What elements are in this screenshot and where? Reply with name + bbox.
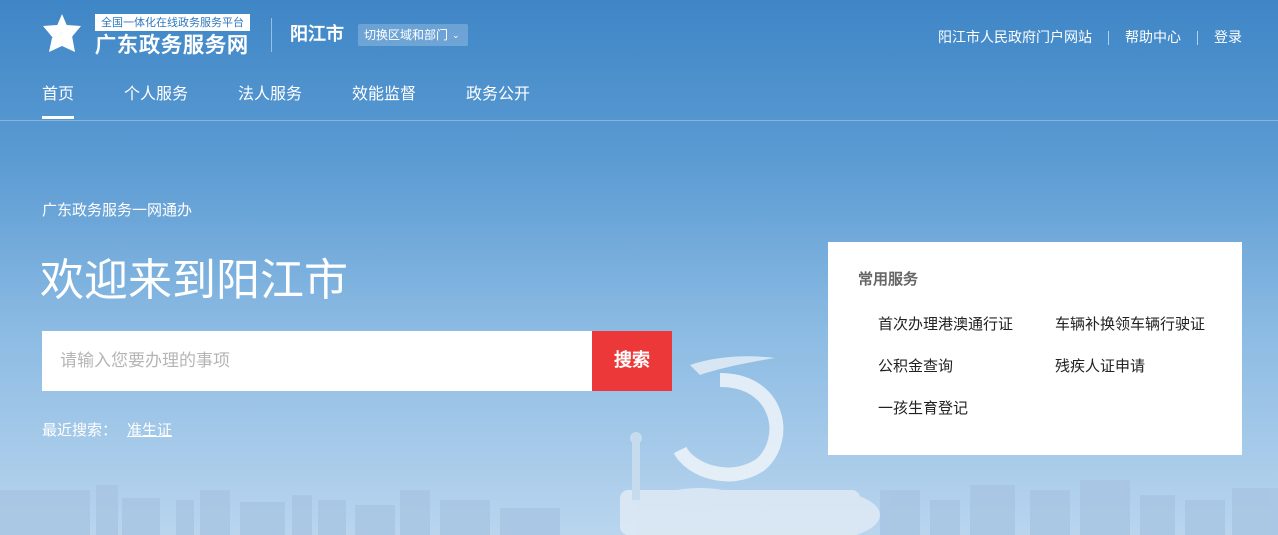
recent-searches-label: 最近搜索：	[42, 421, 118, 439]
service-item[interactable]: 残疾人证申请	[1055, 356, 1145, 376]
brand-subtitle: 全国一体化在线政务服务平台	[95, 14, 250, 31]
service-item[interactable]: 首次办理港澳通行证	[878, 314, 1013, 334]
nav-personal-services[interactable]: 个人服务	[124, 83, 188, 105]
main-nav: 首页 个人服务 法人服务 效能监督 政务公开	[0, 75, 1278, 121]
link-separator	[1108, 31, 1109, 45]
nav-home[interactable]: 首页	[42, 83, 75, 119]
current-city: 阳江市	[290, 24, 344, 45]
switch-region-label: 切换区域和部门	[364, 28, 449, 42]
welcome-heading: 欢迎来到阳江市	[40, 255, 348, 306]
service-item[interactable]: 公积金查询	[878, 356, 953, 376]
link-separator	[1197, 31, 1198, 45]
nav-government-affairs[interactable]: 政务公开	[466, 83, 530, 105]
search-input[interactable]	[42, 331, 592, 391]
search-box	[42, 331, 592, 391]
help-center-link[interactable]: 帮助中心	[1125, 29, 1181, 47]
recent-keyword[interactable]: 准生证	[127, 421, 172, 439]
common-services-panel: 常用服务 首次办理港澳通行证 车辆补换领车辆行驶证 公积金查询 残疾人证申请 一…	[828, 242, 1242, 455]
nav-corporate-services[interactable]: 法人服务	[238, 83, 302, 105]
gov-portal-link[interactable]: 阳江市人民政府门户网站	[938, 29, 1092, 47]
service-item[interactable]: 一孩生育登记	[878, 398, 968, 418]
chevron-down-icon: ⌄	[452, 31, 460, 41]
top-links: 阳江市人民政府门户网站 帮助中心 登录	[938, 29, 1242, 47]
common-services-title: 常用服务	[858, 270, 919, 288]
header-divider	[271, 18, 272, 52]
top-bar: 全国一体化在线政务服务平台 广东政务服务网 阳江市 切换区域和部门 ⌄ 阳江市人民…	[0, 0, 1278, 75]
search-button[interactable]: 搜索	[592, 331, 672, 391]
brand-title[interactable]: 广东政务服务网	[95, 33, 249, 57]
service-item[interactable]: 车辆补换领车辆行驶证	[1055, 314, 1205, 334]
login-link[interactable]: 登录	[1214, 29, 1242, 47]
switch-region-button[interactable]: 切换区域和部门 ⌄	[358, 24, 468, 46]
hero-slogan: 广东政务服务一网通办	[42, 201, 193, 219]
recent-searches: 最近搜索： 准生证	[42, 420, 172, 440]
nav-efficiency-supervision[interactable]: 效能监督	[352, 83, 416, 105]
logo-icon[interactable]	[41, 12, 83, 56]
